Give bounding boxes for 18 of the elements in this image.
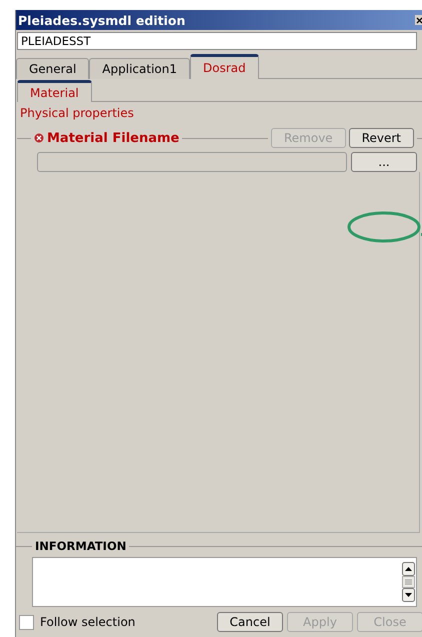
tab[interactable]: General [16,58,90,79]
group-title: Material Filename [47,130,180,146]
scroll-thumb-icon[interactable] [402,576,415,588]
checkbox[interactable] [19,614,34,630]
scroll-up-icon[interactable] [402,562,415,576]
section-title: Physical properties [20,106,135,120]
close-icon[interactable] [415,15,422,25]
group-button[interactable]: Revert [348,128,414,148]
dialog-button[interactable]: Cancel [217,612,283,632]
browse-button[interactable]: ... [351,152,417,172]
name-field[interactable]: PLEIADESST [17,32,417,50]
tab[interactable]: Material [17,80,92,102]
window-title: Pleiades.sysmdl edition [18,12,186,28]
tab[interactable]: Application1 [89,58,190,79]
checkbox-label: Follow selection [40,615,136,629]
tab[interactable]: Dosrad [190,54,259,79]
information-title: INFORMATION [35,539,126,553]
scroll-down-icon[interactable] [402,588,415,602]
